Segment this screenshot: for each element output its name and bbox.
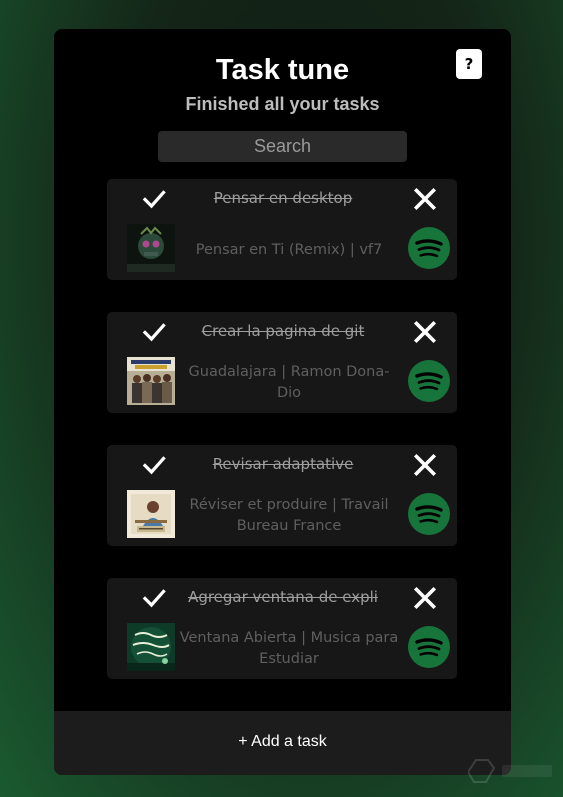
- close-icon[interactable]: [413, 187, 437, 211]
- spotify-icon[interactable]: [408, 360, 450, 402]
- song-label[interactable]: Ventana Abierta | Musica para Estudiar: [179, 628, 399, 670]
- check-icon[interactable]: [142, 586, 166, 610]
- check-icon[interactable]: [142, 320, 166, 344]
- album-cover-image: [127, 357, 175, 405]
- task-title: Revisar adaptative: [212, 455, 354, 473]
- footer-bar: + Add a task: [54, 711, 511, 775]
- search-input[interactable]: [158, 131, 407, 162]
- task-title: Pensar en desktop: [213, 189, 353, 207]
- album-cover-image: [127, 490, 175, 538]
- song-label[interactable]: Réviser et produire | Travail Bureau Fra…: [179, 495, 399, 537]
- task-title: Agregar ventana de expli: [188, 588, 378, 606]
- task-card: Agregar ventana de expli Ventana Abierta…: [107, 578, 457, 679]
- task-title: Crear la pagina de git: [201, 322, 365, 340]
- spotify-icon[interactable]: [408, 626, 450, 668]
- song-label[interactable]: Pensar en Ti (Remix) | vf7: [179, 229, 399, 271]
- task-card: Revisar adaptative Réviser et produire |…: [107, 445, 457, 546]
- app-title: Task tune: [215, 54, 350, 86]
- close-icon[interactable]: [413, 320, 437, 344]
- close-icon[interactable]: [413, 453, 437, 477]
- spotify-icon[interactable]: [408, 493, 450, 535]
- check-icon[interactable]: [142, 187, 166, 211]
- spotify-icon[interactable]: [408, 227, 450, 269]
- album-cover-image: [127, 224, 175, 272]
- task-card: Pensar en desktop Pensar en Ti (Remix) |…: [107, 179, 457, 280]
- album-cover-image: [127, 623, 175, 671]
- close-icon[interactable]: [413, 586, 437, 610]
- watermark-logo-icon: [468, 759, 552, 783]
- app-subtitle: Finished all your tasks: [185, 94, 380, 114]
- add-task-button[interactable]: + Add a task: [54, 711, 511, 775]
- check-icon[interactable]: [142, 453, 166, 477]
- task-card: Crear la pagina de git Guadalajara | Ram…: [107, 312, 457, 413]
- song-label[interactable]: Guadalajara | Ramon Dona-Dio: [179, 362, 399, 404]
- app-panel: ? Task tune Finished all your tasks Pens…: [54, 29, 511, 775]
